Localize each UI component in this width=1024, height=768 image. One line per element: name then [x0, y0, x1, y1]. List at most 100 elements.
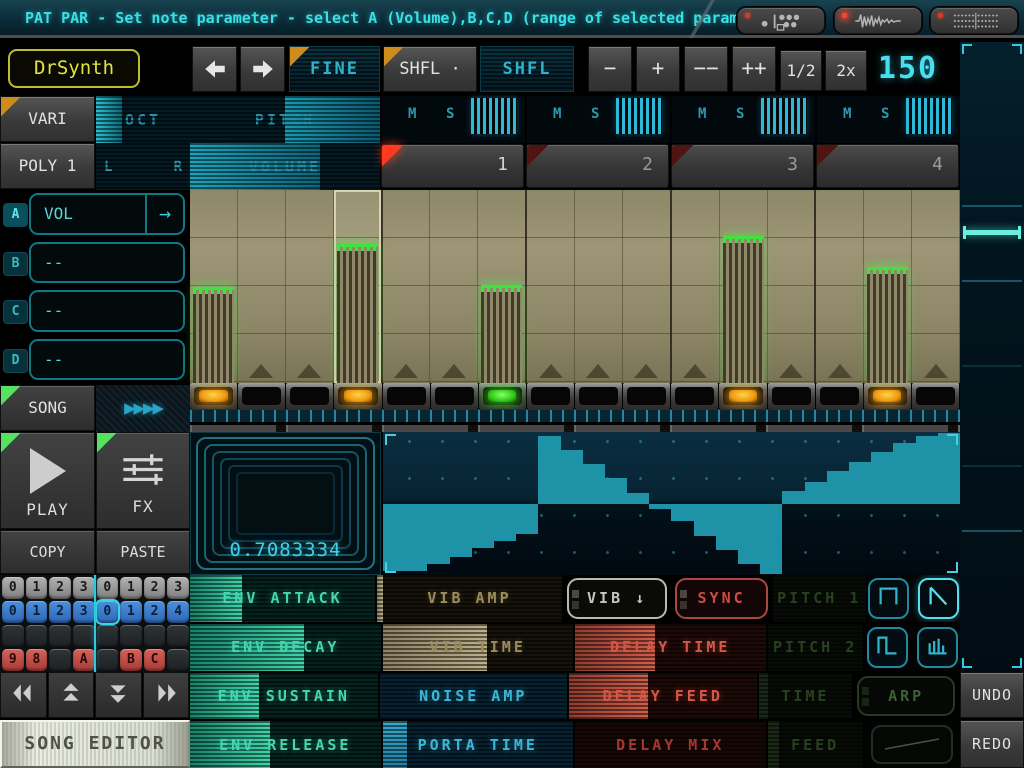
solo-button[interactable]: S	[881, 106, 889, 122]
param-env-decay[interactable]: ENV DECAY	[190, 624, 381, 671]
square-wave-button[interactable]	[868, 578, 909, 619]
half-tempo-button[interactable]: 1/2	[780, 50, 822, 91]
vari-button[interactable]: VARI	[0, 96, 95, 142]
solo-button[interactable]: S	[591, 106, 599, 122]
param-delay-mix[interactable]: DELAY MIX	[575, 721, 766, 768]
param-pitch-1[interactable]: PITCH 1	[773, 575, 866, 622]
pitch-slider[interactable]: PITCH	[190, 96, 380, 143]
param-vib-mode[interactable]: VIB ↓	[567, 578, 667, 619]
keypad-key[interactable]: 0	[97, 577, 119, 599]
keypad-key[interactable]: 2	[144, 577, 166, 599]
note-param-field[interactable]: VOL→	[29, 193, 185, 235]
keypad-key[interactable]: C	[144, 649, 166, 671]
value-xy-pad[interactable]: 0.7083334	[190, 432, 381, 575]
param-env-attack[interactable]: ENV ATTACK	[190, 575, 375, 622]
pattern-column[interactable]	[527, 190, 575, 383]
keypad-key[interactable]: 1	[26, 601, 48, 623]
keypad-key[interactable]	[49, 649, 71, 671]
step-button[interactable]	[816, 383, 864, 409]
timeline-tick-strip[interactable]	[190, 409, 960, 422]
note-param-field[interactable]: --	[29, 339, 185, 381]
mute-button[interactable]: M	[698, 106, 706, 122]
skip-forward-button[interactable]	[143, 672, 190, 718]
scroll-handle[interactable]	[963, 230, 1021, 235]
param-feed[interactable]: FEED	[768, 721, 863, 768]
pattern-column[interactable]	[286, 190, 334, 383]
step-button[interactable]	[575, 383, 623, 409]
keypad-key[interactable]: 3	[167, 577, 189, 599]
keypad-key[interactable]	[97, 625, 119, 647]
shuffle-menu-button[interactable]: SHFL ·	[383, 46, 477, 92]
step-button[interactable]	[238, 383, 286, 409]
pattern-column[interactable]	[238, 190, 286, 383]
copy-button[interactable]: COPY	[0, 530, 95, 574]
mute-button[interactable]: M	[408, 106, 416, 122]
song-mode-button[interactable]: SONG	[0, 385, 95, 431]
waveform-view-button[interactable]	[834, 7, 922, 34]
keypad-key[interactable]: 0	[2, 577, 24, 599]
pattern-column[interactable]	[720, 190, 768, 383]
step-button[interactable]	[719, 383, 767, 409]
slope-line-button[interactable]	[871, 725, 953, 764]
redo-button[interactable]: REDO	[960, 720, 1024, 768]
keypad-key[interactable]: 0	[97, 601, 119, 623]
paste-button[interactable]: PASTE	[96, 530, 190, 574]
pattern-column[interactable]	[672, 190, 720, 383]
note-param-field[interactable]: --	[29, 290, 185, 332]
keypad-key[interactable]: 1	[26, 577, 48, 599]
pattern-column[interactable]	[816, 190, 864, 383]
param-time[interactable]: TIME	[759, 673, 853, 720]
bars-wave-button[interactable]	[917, 627, 958, 668]
keypad-key[interactable]: 1	[120, 577, 142, 599]
mute-button[interactable]: M	[553, 106, 561, 122]
step-button[interactable]	[671, 383, 719, 409]
wave-shape-buttons[interactable]	[868, 575, 961, 622]
solo-button[interactable]: S	[736, 106, 744, 122]
keypad-key[interactable]	[144, 625, 166, 647]
step-button[interactable]	[912, 383, 960, 409]
pattern-column[interactable]	[575, 190, 623, 383]
keypad-key[interactable]: 1	[120, 601, 142, 623]
param-delay-time[interactable]: DELAY TIME	[575, 624, 766, 671]
keypad-key[interactable]: 4	[167, 601, 189, 623]
keypad-key[interactable]: 3	[73, 601, 95, 623]
keypad-key[interactable]	[167, 625, 189, 647]
pattern-column[interactable]	[912, 190, 960, 383]
keypad-key[interactable]: 0	[2, 601, 24, 623]
pattern-column[interactable]	[190, 190, 238, 383]
keypad-key[interactable]	[2, 625, 24, 647]
octave-slider[interactable]: OCT	[96, 96, 190, 143]
keypad-key[interactable]: 8	[26, 649, 48, 671]
param-delay-feed[interactable]: DELAY FEED	[569, 673, 757, 720]
track-button[interactable]: 1	[381, 144, 524, 188]
keypad-key[interactable]	[97, 649, 119, 671]
step-button[interactable]	[286, 383, 334, 409]
decrement-button[interactable]: −	[588, 46, 632, 92]
step-button[interactable]	[190, 383, 238, 409]
param-vib-time[interactable]: VIB TIME	[383, 624, 574, 671]
patch-name-button[interactable]: DrSynth	[8, 49, 140, 88]
keypad-key[interactable]: 9	[2, 649, 24, 671]
pattern-column[interactable]	[768, 190, 817, 383]
pads-view-button[interactable]	[737, 7, 825, 34]
keypad-key[interactable]: 2	[49, 577, 71, 599]
solo-button[interactable]: S	[446, 106, 454, 122]
param-porta-time[interactable]: PORTA TIME	[383, 721, 574, 768]
note-param-key[interactable]: C	[4, 301, 27, 323]
note-param-field[interactable]: --	[29, 242, 185, 284]
param-vib-amp[interactable]: VIB AMP	[377, 575, 562, 622]
increment-button[interactable]: +	[636, 46, 680, 92]
keypad-key[interactable]: A	[73, 649, 95, 671]
param-noise-amp[interactable]: NOISE AMP	[380, 673, 568, 720]
param-pitch-2[interactable]: PITCH 2	[768, 624, 863, 671]
fx-button[interactable]: FX	[96, 432, 190, 529]
page-up-button[interactable]	[48, 672, 95, 718]
pattern-column[interactable]	[430, 190, 478, 383]
param-arp[interactable]: ARP	[857, 676, 955, 717]
keypad-key[interactable]: 2	[144, 601, 166, 623]
undo-button[interactable]: UNDO	[960, 672, 1024, 718]
song-editor-button[interactable]: SONG EDITOR	[0, 720, 190, 768]
keypad-key[interactable]	[120, 625, 142, 647]
pattern-column[interactable]	[478, 190, 527, 383]
keypad-key[interactable]	[49, 625, 71, 647]
